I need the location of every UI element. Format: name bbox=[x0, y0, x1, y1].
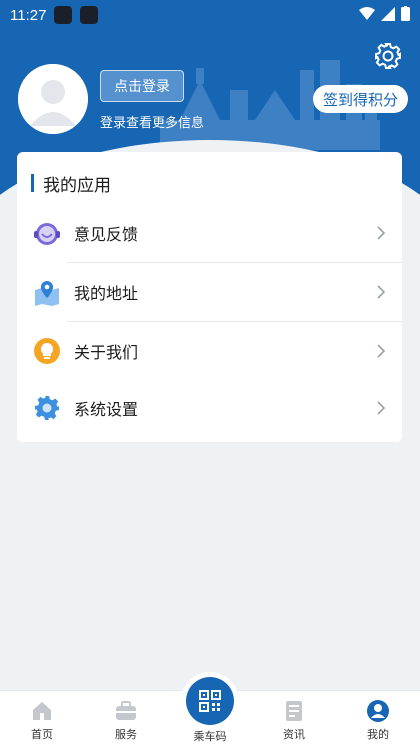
feedback-headset-icon bbox=[34, 223, 60, 245]
notification-icon bbox=[80, 6, 99, 24]
nav-home[interactable]: 首页 bbox=[12, 691, 72, 746]
home-icon bbox=[33, 702, 51, 720]
news-icon bbox=[286, 701, 302, 721]
ride-code-circle bbox=[186, 677, 234, 725]
briefcase-icon bbox=[116, 701, 136, 720]
login-hint-text: 登录查看更多信息 bbox=[100, 116, 205, 131]
login-button[interactable]: 点击登录 bbox=[100, 70, 184, 102]
menu-item-feedback[interactable]: 意见反馈 bbox=[17, 204, 402, 262]
chevron-right-icon bbox=[377, 285, 386, 299]
menu-item-label: 关于我们 bbox=[74, 343, 139, 362]
section-title: 我的应用 bbox=[31, 172, 111, 196]
menu-item-about[interactable]: 关于我们 bbox=[17, 322, 402, 380]
nav-label: 首页 bbox=[31, 728, 53, 741]
gear-icon bbox=[35, 396, 59, 420]
wifi-icon bbox=[359, 6, 375, 20]
chevron-right-icon bbox=[377, 401, 386, 415]
map-pin-icon bbox=[35, 281, 59, 306]
menu-item-label: 系统设置 bbox=[74, 400, 139, 419]
status-bar: 11:27 bbox=[0, 0, 420, 30]
signin-points-button[interactable]: 签到得积分 bbox=[312, 85, 408, 113]
default-avatar-icon bbox=[18, 64, 88, 134]
nav-label: 我的 bbox=[367, 728, 389, 741]
user-icon bbox=[367, 700, 389, 722]
qr-code-icon bbox=[199, 690, 221, 712]
ride-code-button[interactable] bbox=[181, 672, 239, 730]
notification-icon bbox=[54, 6, 73, 24]
signal-icon bbox=[381, 6, 395, 21]
avatar[interactable] bbox=[18, 64, 88, 134]
nav-mine[interactable]: 我的 bbox=[348, 691, 408, 746]
menu-item-label: 我的地址 bbox=[74, 284, 139, 303]
lightbulb-icon bbox=[34, 338, 60, 364]
nav-news[interactable]: 资讯 bbox=[264, 691, 324, 746]
chevron-right-icon bbox=[377, 344, 386, 358]
menu-item-settings[interactable]: 系统设置 bbox=[17, 379, 402, 437]
chevron-right-icon bbox=[377, 226, 386, 240]
menu-item-label: 意见反馈 bbox=[74, 225, 139, 244]
battery-icon bbox=[401, 6, 410, 21]
status-time: 11:27 bbox=[10, 6, 47, 24]
nav-service[interactable]: 服务 bbox=[96, 691, 156, 746]
nav-label: 资讯 bbox=[283, 728, 305, 741]
nav-label: 服务 bbox=[115, 728, 137, 741]
my-apps-card: 我的应用 意见反馈 我的地址 关于我们 系统设置 bbox=[17, 152, 402, 442]
ride-code-label: 乘车码 bbox=[193, 730, 227, 743]
menu-item-address[interactable]: 我的地址 bbox=[17, 263, 402, 321]
title-accent-bar bbox=[31, 174, 34, 192]
settings-gear-icon[interactable] bbox=[374, 42, 402, 70]
section-title-text: 我的应用 bbox=[43, 175, 111, 196]
